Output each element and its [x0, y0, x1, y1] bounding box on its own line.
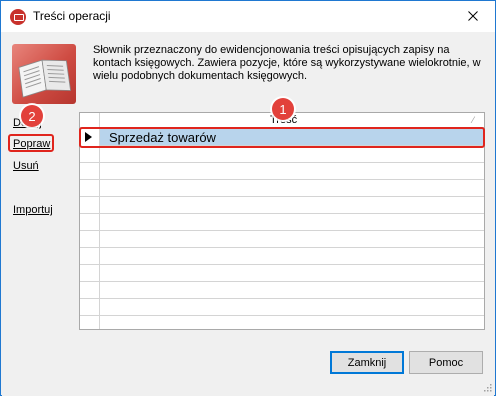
dictionary-description: Słownik przeznaczony do ewidencjonowania… [93, 44, 481, 82]
row-indicator [80, 180, 100, 197]
table-row[interactable] [80, 197, 484, 214]
app-logo-icon [10, 9, 26, 25]
table-row[interactable] [80, 180, 484, 197]
import-link[interactable]: Importuj [13, 204, 53, 216]
book-icon [12, 44, 76, 104]
close-dialog-button[interactable]: Zamknij [330, 351, 404, 374]
edit-link[interactable]: Popraw [13, 138, 50, 150]
contents-grid: Treść ⁄ Sprzedaż towarów [79, 112, 485, 330]
row-indicator [80, 316, 100, 329]
table-cell: Sprzedaż towarów [109, 130, 216, 145]
annotation-badge-1: 1 [272, 98, 294, 120]
row-indicator [80, 163, 100, 180]
row-indicator [80, 146, 100, 163]
sort-icon: ⁄ [472, 115, 474, 125]
window-title: Treści operacji [33, 9, 111, 23]
resize-grip-icon[interactable] [482, 382, 492, 392]
table-row[interactable] [80, 265, 484, 282]
delete-link[interactable]: Usuń [13, 160, 39, 172]
current-row-arrow-icon [85, 132, 92, 142]
table-row[interactable] [80, 146, 484, 163]
table-row[interactable] [80, 163, 484, 180]
table-row[interactable] [80, 316, 484, 329]
row-indicator [80, 299, 100, 316]
row-indicator [80, 214, 100, 231]
row-indicator [80, 129, 100, 146]
title-bar: Treści operacji [1, 1, 495, 32]
row-indicator [80, 248, 100, 265]
annotation-badge-2: 2 [21, 105, 43, 127]
row-indicator [80, 265, 100, 282]
table-row[interactable] [80, 299, 484, 316]
row-indicator [80, 197, 100, 214]
row-indicator-header [80, 113, 100, 128]
row-indicator [80, 282, 100, 299]
dialog-window: Treści operacji Słownik przeznaczony do … [0, 0, 496, 396]
table-row[interactable] [80, 282, 484, 299]
table-row[interactable] [80, 248, 484, 265]
close-icon [468, 11, 478, 21]
table-row[interactable] [80, 231, 484, 248]
row-indicator [80, 231, 100, 248]
table-row[interactable]: Sprzedaż towarów [80, 129, 484, 146]
close-button[interactable] [455, 2, 491, 30]
table-row[interactable] [80, 214, 484, 231]
help-button[interactable]: Pomoc [409, 351, 483, 374]
